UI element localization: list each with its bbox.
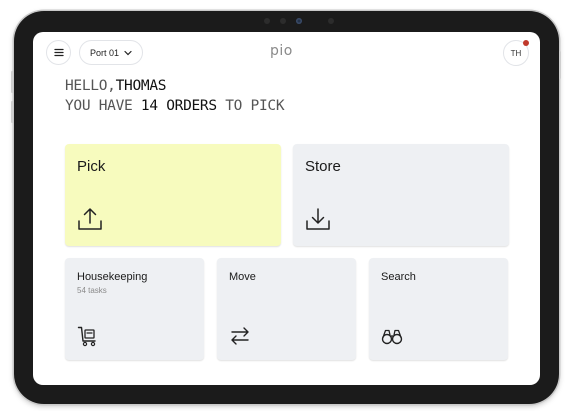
search-tile-label: Search bbox=[381, 271, 416, 283]
greeting-to-pick: TO PICK bbox=[225, 98, 285, 114]
orders-word: ORDERS bbox=[166, 98, 217, 114]
user-avatar[interactable]: TH bbox=[503, 40, 529, 66]
housekeeping-tile[interactable]: Housekeeping 54 tasks bbox=[65, 258, 204, 360]
upload-icon bbox=[77, 206, 103, 232]
top-bar: Port 01 pio TH bbox=[33, 32, 540, 74]
move-tile-label: Move bbox=[229, 271, 256, 283]
menu-button[interactable] bbox=[46, 40, 71, 65]
camera-lens bbox=[296, 18, 302, 24]
notification-dot bbox=[523, 40, 529, 46]
greeting-you-have: YOU HAVE bbox=[65, 98, 133, 114]
app-logo: pio bbox=[270, 43, 293, 59]
sensor-dot bbox=[328, 18, 334, 24]
store-tile-label: Store bbox=[305, 158, 341, 175]
avatar-initials: TH bbox=[510, 48, 522, 58]
hamburger-menu-icon bbox=[53, 48, 64, 57]
order-count: 14 bbox=[140, 98, 158, 114]
port-selector[interactable]: Port 01 bbox=[79, 40, 144, 65]
tablet-frame: Port 01 pio TH HELLO,THOMAS YOU HAVE 14 bbox=[11, 11, 561, 404]
binoculars-icon bbox=[381, 325, 403, 347]
search-tile[interactable]: Search bbox=[369, 258, 508, 360]
greeting-hello: HELLO, bbox=[65, 78, 116, 94]
move-tile[interactable]: Move bbox=[217, 258, 356, 360]
housekeeping-task-count: 54 tasks bbox=[77, 286, 107, 295]
side-button bbox=[11, 101, 13, 123]
chevron-down-icon bbox=[124, 50, 132, 56]
port-label: Port 01 bbox=[90, 47, 120, 58]
sensor-dot bbox=[280, 18, 286, 24]
app-screen: Port 01 pio TH HELLO,THOMAS YOU HAVE 14 bbox=[33, 32, 540, 385]
download-icon bbox=[305, 206, 331, 232]
swap-arrows-icon bbox=[229, 325, 251, 347]
store-tile[interactable]: Store bbox=[293, 144, 509, 246]
housekeeping-tile-label: Housekeeping bbox=[77, 271, 148, 283]
greeting: HELLO,THOMAS YOU HAVE 14 ORDERS TO PICK bbox=[65, 76, 285, 116]
side-button bbox=[11, 71, 13, 93]
cart-icon bbox=[77, 325, 99, 347]
pick-tile-label: Pick bbox=[77, 158, 106, 175]
side-button bbox=[559, 51, 561, 79]
camera-bar bbox=[264, 16, 349, 26]
pick-tile[interactable]: Pick bbox=[65, 144, 281, 246]
user-name: THOMAS bbox=[115, 78, 167, 94]
sensor-dot bbox=[264, 18, 270, 24]
greeting-line-1: HELLO,THOMAS bbox=[65, 76, 284, 96]
greeting-line-2: YOU HAVE 14 ORDERS TO PICK bbox=[65, 96, 285, 116]
